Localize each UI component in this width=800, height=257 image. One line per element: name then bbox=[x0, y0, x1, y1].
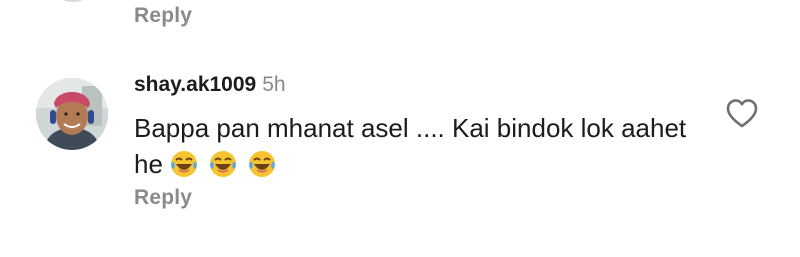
joy-emoji-icon bbox=[210, 151, 237, 177]
joy-emoji-icon bbox=[170, 151, 197, 177]
comment-header: shay.ak1009 5h bbox=[134, 73, 286, 97]
previous-avatar-edge bbox=[48, 0, 98, 2]
emoji-group bbox=[169, 149, 279, 188]
joy-emoji-icon bbox=[249, 151, 276, 177]
timestamp: 5h bbox=[262, 73, 286, 96]
comment-item: shay.ak1009 5h Bappa pan mhanat asel ....… bbox=[0, 60, 800, 180]
avatar[interactable] bbox=[36, 78, 108, 150]
like-button[interactable] bbox=[725, 97, 759, 129]
previous-reply-button[interactable]: Reply bbox=[134, 4, 192, 28]
comment-text-block: Bappa pan mhanat asel .... Kai bindok lo… bbox=[134, 110, 694, 188]
reply-button[interactable]: Reply bbox=[134, 186, 192, 210]
username[interactable]: shay.ak1009 bbox=[134, 73, 256, 96]
heart-outline-icon bbox=[726, 99, 758, 128]
